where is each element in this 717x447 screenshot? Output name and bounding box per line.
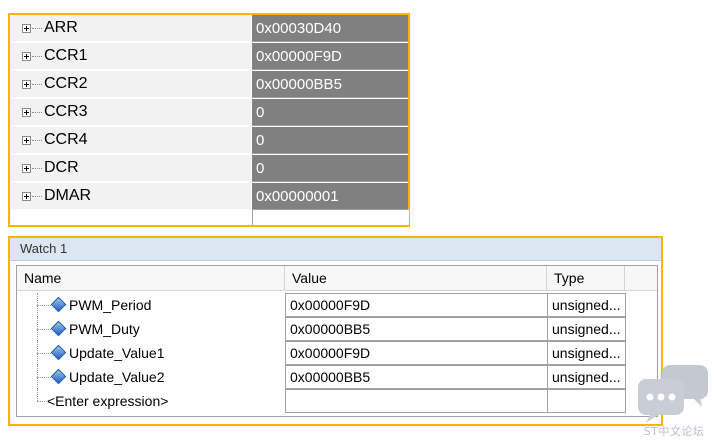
register-value: 0x00000BB5 [256, 76, 342, 93]
watch-value-cell[interactable]: 0x00000F9D [285, 293, 548, 317]
expand-plus-icon[interactable] [22, 164, 31, 173]
enter-expression-row[interactable]: <Enter expression> [17, 389, 657, 413]
column-header-name[interactable]: Name [17, 266, 285, 291]
register-row-dcr[interactable]: DCR 0 [10, 155, 408, 182]
register-name-cell: DMAR [10, 183, 251, 210]
variable-diamond-icon [50, 320, 67, 337]
register-name: CCR1 [44, 47, 88, 64]
tree-connector [37, 401, 45, 402]
watch-panel: Watch 1 Name Value Type PWM_Period 0x000… [8, 236, 663, 426]
tree-connector [37, 305, 51, 306]
register-value-cell[interactable]: 0x00030D40 [252, 15, 408, 42]
register-name: CCR4 [44, 131, 88, 148]
watch-name-cell[interactable]: Update_Value2 [17, 365, 285, 389]
watch-name: PWM_Duty [69, 321, 140, 337]
tree-connector [37, 389, 38, 401]
watch-title-bar[interactable]: Watch 1 [10, 238, 661, 261]
enter-expression-cell[interactable]: <Enter expression> [17, 389, 285, 413]
tree-connector [32, 196, 42, 197]
watch-grid: Name Value Type PWM_Period 0x00000F9D un… [16, 265, 658, 417]
watch-row[interactable]: Update_Value1 0x00000F9D unsigned... [17, 341, 657, 365]
enter-expression-value-cell [285, 389, 548, 413]
register-value: 0 [256, 160, 265, 177]
tree-connector [37, 329, 51, 330]
register-row-ccr2[interactable]: CCR2 0x00000BB5 [10, 71, 408, 98]
watch-row[interactable]: Update_Value2 0x00000BB5 unsigned... [17, 365, 657, 389]
watch-value-cell[interactable]: 0x00000F9D [285, 341, 548, 365]
register-value: 0 [256, 132, 265, 149]
watch-name: Update_Value2 [69, 369, 165, 385]
register-panel: ARR 0x00030D40 CCR1 0x00000F9D CCR2 0x00… [8, 13, 410, 227]
variable-diamond-icon [50, 296, 67, 313]
tree-connector [32, 56, 42, 57]
register-value: 0x00000F9D [256, 48, 342, 65]
watch-type-cell[interactable]: unsigned... [547, 293, 626, 317]
expand-plus-icon[interactable] [22, 108, 31, 117]
watch-value-cell[interactable]: 0x00000BB5 [285, 317, 548, 341]
register-value-cell[interactable]: 0 [252, 127, 408, 154]
watch-row[interactable]: PWM_Period 0x00000F9D unsigned... [17, 293, 657, 317]
watch-type-cell[interactable]: unsigned... [547, 365, 626, 389]
tree-connector [37, 377, 51, 378]
tree-connector [32, 28, 42, 29]
tree-connector [37, 353, 51, 354]
watch-name: PWM_Period [69, 297, 152, 313]
variable-diamond-icon [50, 368, 67, 385]
enter-expression-type-cell [547, 389, 626, 413]
register-name: ARR [44, 19, 78, 36]
register-name-cell: CCR1 [10, 43, 251, 70]
register-name-cell: CCR2 [10, 71, 251, 98]
register-value: 0 [256, 104, 265, 121]
watch-name: Update_Value1 [69, 345, 165, 361]
tree-connector [32, 168, 42, 169]
watch-name-cell[interactable]: PWM_Period [17, 293, 285, 317]
watch-type-cell[interactable]: unsigned... [547, 341, 626, 365]
watch-name-cell[interactable]: Update_Value1 [17, 341, 285, 365]
register-row-arr[interactable]: ARR 0x00030D40 [10, 15, 408, 42]
watch-row[interactable]: PWM_Duty 0x00000BB5 unsigned... [17, 317, 657, 341]
register-row-ccr1[interactable]: CCR1 0x00000F9D [10, 43, 408, 70]
register-value: 0x00000001 [256, 188, 339, 205]
register-name: CCR2 [44, 75, 88, 92]
column-header-value[interactable]: Value [285, 266, 547, 291]
register-value-cell[interactable]: 0x00000001 [252, 183, 408, 210]
enter-expression-input[interactable]: <Enter expression> [47, 390, 168, 412]
register-name: CCR3 [44, 103, 88, 120]
watch-value-cell[interactable]: 0x00000BB5 [285, 365, 548, 389]
expand-plus-icon[interactable] [22, 24, 31, 33]
register-row-dmar[interactable]: DMAR 0x00000001 [10, 183, 408, 210]
register-name-cell: CCR4 [10, 127, 251, 154]
expand-plus-icon[interactable] [22, 136, 31, 145]
register-blank-value-cell [252, 210, 409, 225]
column-header-type[interactable]: Type [547, 266, 625, 291]
register-name: DMAR [44, 187, 92, 204]
expand-plus-icon[interactable] [22, 192, 31, 201]
register-name-cell: ARR [10, 15, 251, 42]
watch-type-cell[interactable]: unsigned... [547, 317, 626, 341]
tree-connector [32, 112, 42, 113]
expand-plus-icon[interactable] [22, 80, 31, 89]
watch-title: Watch 1 [20, 241, 68, 256]
register-value-cell[interactable]: 0x00000BB5 [252, 71, 408, 98]
variable-diamond-icon [50, 344, 67, 361]
register-row-ccr3[interactable]: CCR3 0 [10, 99, 408, 126]
st-forum-watermark: ST中文论坛 [636, 363, 712, 443]
register-value-cell[interactable]: 0 [252, 99, 408, 126]
watch-name-cell[interactable]: PWM_Duty [17, 317, 285, 341]
register-name-cell: CCR3 [10, 99, 251, 126]
register-value: 0x00030D40 [256, 20, 342, 37]
tree-connector [32, 84, 42, 85]
register-name: DCR [44, 159, 79, 176]
tree-connector [32, 140, 42, 141]
chat-bubbles-icon [638, 365, 708, 423]
register-name-cell: DCR [10, 155, 251, 182]
register-row-ccr4[interactable]: CCR4 0 [10, 127, 408, 154]
watermark-text: ST中文论坛 [643, 425, 705, 438]
register-value-cell[interactable]: 0x00000F9D [252, 43, 408, 70]
register-value-cell[interactable]: 0 [252, 155, 408, 182]
column-header-filler [625, 266, 657, 291]
expand-plus-icon[interactable] [22, 52, 31, 61]
